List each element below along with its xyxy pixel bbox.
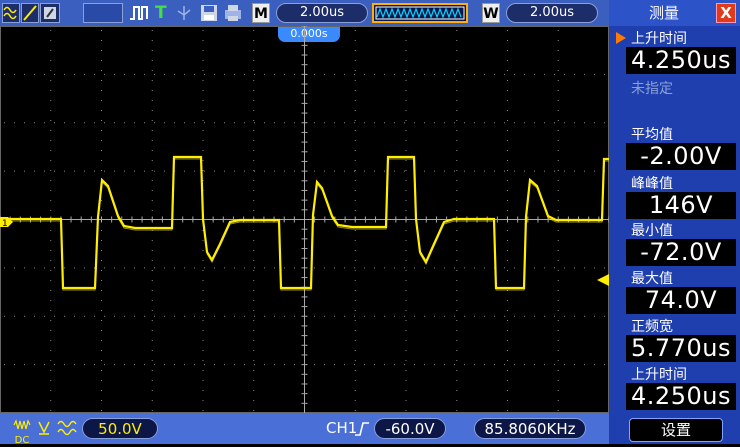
- top-toolbar: T M 2.00us W 2.00us: [0, 0, 609, 26]
- measure-panel-title: 测量: [648, 4, 679, 22]
- measure-label-5[interactable]: 最小值: [631, 220, 673, 240]
- window-value[interactable]: 2.00us: [506, 3, 598, 23]
- display-slot[interactable]: [83, 3, 123, 23]
- save-icon[interactable]: [199, 3, 219, 23]
- print-icon[interactable]: [223, 3, 243, 23]
- window-label: W: [482, 3, 500, 23]
- pulse-icon[interactable]: [128, 3, 150, 23]
- measure-value-4: 146V: [626, 192, 736, 219]
- measure-label-7[interactable]: 正频宽: [631, 316, 673, 336]
- measure-value-5: -72.0V: [626, 239, 736, 266]
- measure-value-1: 4.250us: [626, 47, 736, 74]
- graticule: [0, 26, 609, 413]
- trigger-level[interactable]: -60.0V: [374, 418, 446, 439]
- measure-label-4[interactable]: 峰峰值: [631, 173, 673, 193]
- measure-value-8: 4.250us: [626, 383, 736, 410]
- channel-1-scale[interactable]: 50.0V: [82, 418, 158, 439]
- window-zoom-strip[interactable]: [372, 3, 468, 23]
- bottom-status-bar: DC 50.0V CH1 -60.0V 85.8060KHz: [0, 413, 609, 446]
- trigger-t-icon[interactable]: T: [155, 3, 171, 23]
- measure-panel: 测量 X 上升时间 4.250us 未指定 平均值 -2.00V 峰峰值 146…: [609, 0, 740, 444]
- trigger-level-marker[interactable]: [597, 274, 609, 286]
- ch1-marker-label: 1: [2, 219, 8, 229]
- measure-value-6: 74.0V: [626, 287, 736, 314]
- selection-arrow-icon: [616, 32, 626, 44]
- measure-label-2[interactable]: 未指定: [631, 78, 673, 98]
- measure-value-7: 5.770us: [626, 335, 736, 362]
- coupling-indicator[interactable]: DC: [12, 416, 32, 446]
- measure-label-8[interactable]: 上升时间: [631, 364, 687, 384]
- close-button[interactable]: X: [716, 3, 736, 23]
- measure-value-3: -2.00V: [626, 143, 736, 170]
- measure-panel-header: 测量 X: [609, 0, 740, 26]
- settings-button[interactable]: 设置: [629, 418, 723, 442]
- rising-edge-icon: [354, 420, 370, 438]
- measure-icon[interactable]: [21, 3, 39, 23]
- trigger-source: CH1: [326, 419, 358, 437]
- usb-icon: [174, 3, 194, 23]
- timebase-value[interactable]: 2.00us: [276, 3, 368, 23]
- waveform-display[interactable]: 1: [0, 26, 609, 413]
- waveform-icon[interactable]: [2, 3, 20, 23]
- coupling-label: DC: [14, 435, 30, 446]
- bandwidth-icon[interactable]: [56, 418, 78, 438]
- cursor-icon[interactable]: [40, 3, 60, 23]
- timebase-label: M: [252, 3, 270, 23]
- measure-label-6[interactable]: 最大值: [631, 268, 673, 288]
- frequency-counter: 85.8060KHz: [474, 418, 586, 439]
- invert-icon[interactable]: [37, 418, 51, 438]
- measure-label-1[interactable]: 上升时间: [631, 28, 687, 48]
- measure-label-3[interactable]: 平均值: [631, 124, 673, 144]
